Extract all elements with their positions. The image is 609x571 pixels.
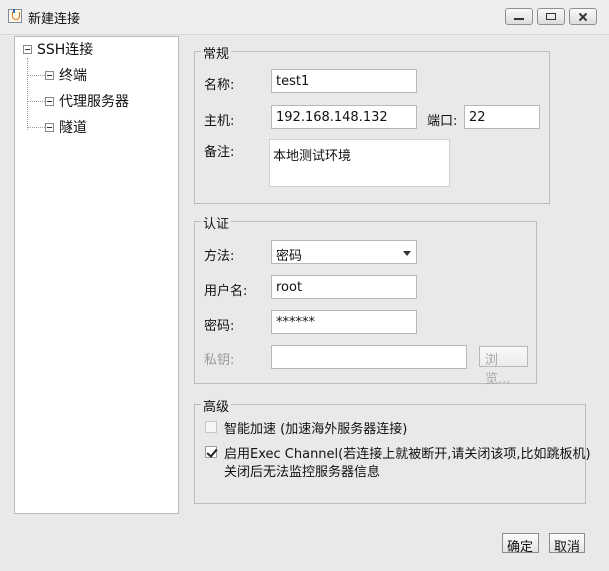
private-key-input[interactable] xyxy=(271,345,467,369)
note-textarea[interactable]: 本地测试环境 xyxy=(269,139,450,187)
close-icon xyxy=(578,13,588,20)
port-label: 端口: xyxy=(427,114,458,129)
method-label: 方法: xyxy=(204,249,235,264)
java-app-icon xyxy=(8,9,22,23)
minimize-button[interactable] xyxy=(505,8,533,25)
ok-button[interactable]: 确定 xyxy=(502,533,539,555)
cancel-button[interactable]: 取消 xyxy=(549,533,585,555)
collapse-icon[interactable] xyxy=(23,44,32,54)
maximize-button[interactable] xyxy=(537,8,565,25)
exec-channel-label-line1: 启用Exec Channel(若连接上就被断开,请关闭该项,比如跳板机) xyxy=(224,447,591,462)
general-group-title: 常规 xyxy=(201,43,232,62)
smart-acceleration-checkbox[interactable] xyxy=(205,421,217,433)
tree-connector-line xyxy=(27,58,28,130)
tree-connector-line xyxy=(27,127,45,128)
collapse-icon[interactable] xyxy=(45,70,54,80)
smart-acceleration-label: 智能加速 (加速海外服务器连接) xyxy=(224,422,408,437)
tree-item-proxy-server[interactable]: 代理服务器 xyxy=(45,91,129,111)
close-button[interactable] xyxy=(569,8,597,25)
username-input[interactable]: root xyxy=(271,275,417,299)
name-input[interactable]: test1 xyxy=(271,69,417,93)
tree-item-tunnel[interactable]: 隧道 xyxy=(45,117,87,137)
maximize-icon xyxy=(546,13,556,20)
tree-connector-line xyxy=(27,101,45,102)
port-input[interactable]: 22 xyxy=(464,105,540,129)
tree-item-ssh-connection[interactable]: SSH连接 xyxy=(23,39,93,59)
exec-channel-label-line2: 关闭后无法监控服务器信息 xyxy=(224,465,381,480)
collapse-icon[interactable] xyxy=(45,96,54,106)
username-label: 用户名: xyxy=(204,284,248,299)
exec-channel-option[interactable]: 启用Exec Channel(若连接上就被断开,请关闭该项,比如跳板机) 关闭后… xyxy=(205,446,591,482)
browse-button[interactable]: 浏览... xyxy=(479,346,528,387)
host-input[interactable]: 192.168.148.132 xyxy=(271,105,417,129)
exec-channel-label: 启用Exec Channel(若连接上就被断开,请关闭该项,比如跳板机) 关闭后… xyxy=(224,446,591,482)
auth-method-select[interactable]: 密码 xyxy=(271,240,417,264)
private-key-label: 私钥: xyxy=(204,353,235,368)
title-bar: 新建连接 xyxy=(0,0,609,35)
host-label: 主机: xyxy=(204,114,235,129)
minimize-icon xyxy=(514,13,524,20)
password-input[interactable]: ****** xyxy=(271,310,417,334)
password-label: 密码: xyxy=(204,319,235,334)
chevron-down-icon xyxy=(403,251,411,256)
name-label: 名称: xyxy=(204,78,235,93)
smart-acceleration-option[interactable]: 智能加速 (加速海外服务器连接) xyxy=(205,421,407,439)
auth-method-value: 密码 xyxy=(276,249,303,264)
note-label: 备注: xyxy=(204,145,235,160)
exec-channel-checkbox[interactable] xyxy=(205,446,217,458)
advanced-group-title: 高级 xyxy=(201,396,232,415)
window-title: 新建连接 xyxy=(28,12,81,27)
tree-connector-line xyxy=(27,75,45,76)
auth-group-title: 认证 xyxy=(201,213,232,232)
collapse-icon[interactable] xyxy=(45,122,54,132)
tree-item-terminal[interactable]: 终端 xyxy=(45,65,87,85)
